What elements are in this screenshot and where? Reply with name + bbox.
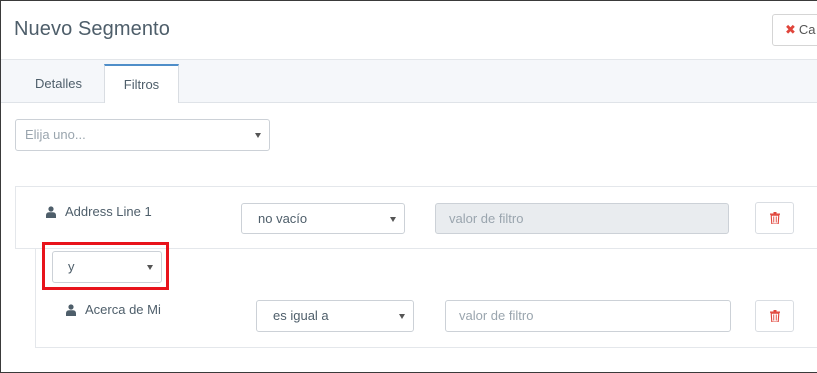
filter-field-label: Address Line 1 [65,204,152,219]
delete-filter-button[interactable] [755,202,794,234]
times-icon: ✖ [785,22,796,37]
filters-pane: Elija uno... Address Line 1 no vacío val… [1,103,817,372]
page-title: Nuevo Segmento [14,18,170,40]
filter-field-label: Acerca de Mi [85,302,161,317]
glue-select[interactable]: y [52,251,162,283]
add-filter-placeholder: Elija uno... [25,127,86,142]
cancel-button[interactable]: ✖ Ca [772,14,817,46]
modal-window: Nuevo Segmento ✖ Ca Detalles Filtros Elij… [0,0,817,373]
operator-value: es igual a [273,308,329,323]
tab-detalles[interactable]: Detalles [15,64,102,104]
user-icon [46,206,56,218]
caret-down-icon [390,216,396,222]
tab-filtros[interactable]: Filtros [104,64,179,105]
caret-down-icon [147,265,153,270]
operator-value: no vacío [258,211,308,226]
add-filter-select[interactable]: Elija uno... [15,119,270,151]
caret-down-icon [399,314,405,319]
caret-down-icon [255,133,261,138]
operator-select[interactable]: no vacío [241,203,405,234]
trash-icon [770,212,780,224]
user-icon [66,304,76,316]
tab-bar: Detalles Filtros [1,59,817,105]
modal-header: Nuevo Segmento ✖ Ca [1,1,817,59]
delete-filter-button[interactable] [755,300,794,332]
operator-select[interactable]: es igual a [256,300,414,332]
filter-value-input[interactable]: valor de filtro [435,203,729,234]
glue-value: y [68,259,75,274]
filter-value-input[interactable]: valor de filtro [445,300,731,332]
trash-icon [770,310,780,322]
cancel-label: Ca [798,22,816,37]
